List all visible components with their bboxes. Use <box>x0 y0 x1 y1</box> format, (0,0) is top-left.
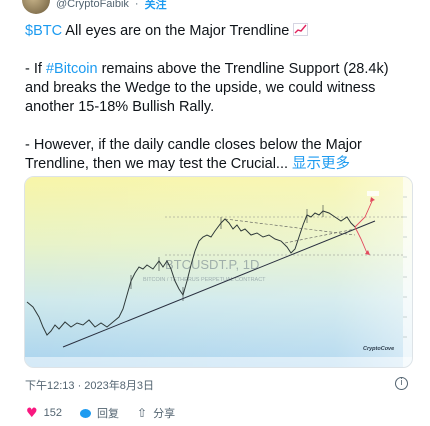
author-handle[interactable]: @CryptoFaibik <box>56 0 129 10</box>
info-icon[interactable]: i <box>395 377 408 390</box>
reply-button[interactable]: 回复 <box>80 405 119 421</box>
like-count: 152 <box>43 407 63 419</box>
tweet-line1-text: All eyes are on the Major Trendline <box>62 23 294 39</box>
tweet-text: $BTC All eyes are on the Major Trendline… <box>25 22 415 193</box>
chart-image-graphic: BTCUSDT.P, 1D BITCOIN / TETHERUS PERPETU… <box>25 177 412 367</box>
chart-image[interactable]: BTCUSDT.P, 1D BITCOIN / TETHERUS PERPETU… <box>24 176 413 368</box>
share-label: 分享 <box>153 408 176 420</box>
chart-watermark-title: BTCUSDT.P, 1D <box>165 257 259 272</box>
cashtag-link[interactable]: $BTC <box>25 23 62 39</box>
tweet-timestamp[interactable]: 下午12:13 · 2023年8月3日 <box>25 377 154 393</box>
action-bar: ♥ 152 回复 ⇧ 分享 <box>26 405 175 421</box>
share-icon: ⇧ <box>137 406 148 420</box>
like-button[interactable]: ♥ 152 <box>26 406 62 421</box>
tweet-card: @CryptoFaibik · 关注 $BTC All eyes are on … <box>0 0 430 426</box>
chart-increasing-emoji-icon <box>293 23 309 36</box>
show-more-link[interactable]: 显示更多 <box>292 156 350 172</box>
tweet-paragraph-3: - However, if the daily candle closes be… <box>25 136 415 174</box>
follow-button[interactable]: 关注 <box>145 0 167 12</box>
share-button[interactable]: ⇧ 分享 <box>137 405 175 421</box>
hashtag-link[interactable]: #Bitcoin <box>46 61 98 77</box>
separator-dot: · <box>134 0 139 10</box>
reply-bubble-icon <box>80 408 92 418</box>
avatar[interactable] <box>22 0 50 14</box>
tweet-header: @CryptoFaibik · 关注 <box>22 0 167 14</box>
chart-brand: CryptoCove <box>363 346 394 352</box>
chart-watermark-sub: BITCOIN / TETHERUS PERPETUAL CONTRACT <box>143 277 266 283</box>
tweet-paragraph-2: - If #Bitcoin remains above the Trendlin… <box>25 60 415 117</box>
heart-icon: ♥ <box>26 405 38 421</box>
reply-label: 回复 <box>97 408 120 420</box>
tweet-p2-prefix: - If <box>25 61 46 77</box>
tweet-paragraph-1: $BTC All eyes are on the Major Trendline <box>25 22 415 41</box>
